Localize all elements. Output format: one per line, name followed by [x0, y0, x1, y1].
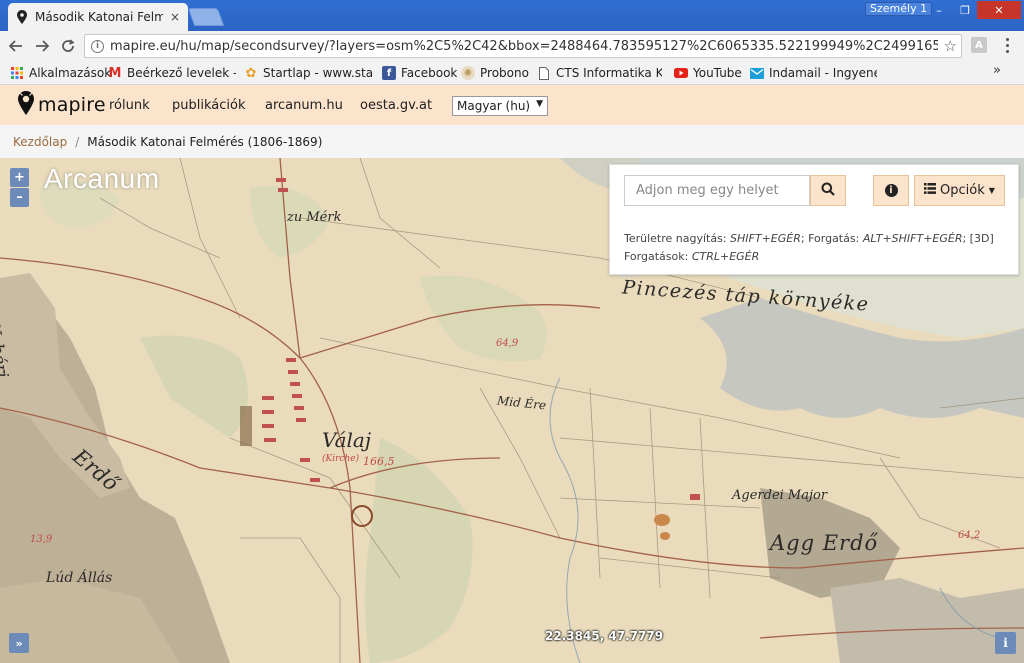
hint-key: ALT+SHIFT+EGÉR [862, 232, 963, 245]
options-label: Opciók [940, 183, 985, 198]
nav-link-arcanum[interactable]: arcanum.hu [265, 98, 343, 113]
breadcrumb: Kezdőlap / Második Katonai Felmérés (180… [0, 125, 1024, 158]
indamail-icon [750, 66, 764, 80]
hint-text: ; Forgatás: [800, 232, 863, 245]
profile-button[interactable]: Személy 1 [865, 2, 933, 16]
tab-title: Második Katonai Felméré [35, 10, 163, 24]
zoom-out-button[interactable]: – [10, 188, 29, 207]
bookmark-label: Probono [480, 66, 529, 80]
map-info-button[interactable]: i [995, 632, 1016, 654]
probono-icon: ✺ [461, 66, 475, 80]
language-value: Magyar (hu) [457, 99, 531, 113]
info-icon: i [884, 184, 898, 197]
map-label-valaj: Válaj [322, 428, 372, 452]
map-label-agerdei: Agerdei Major [732, 488, 828, 503]
cursor-coordinates: 22.3845, 47.7779 [545, 629, 664, 643]
startlap-icon: ✿ [245, 65, 257, 81]
site-info-icon[interactable]: i [91, 39, 104, 53]
hint-text: Területre nagyítás: [624, 232, 731, 245]
search-icon [821, 182, 835, 199]
bookmark-label: Beérkező levelek - zs [127, 66, 236, 80]
options-button[interactable]: Opciók ▼ [914, 175, 1005, 206]
forward-arrow-icon[interactable] [32, 36, 52, 56]
bookmark-star-icon[interactable]: ☆ [944, 37, 961, 55]
map-label-height-649: 64,9 [496, 338, 519, 349]
back-arrow-icon[interactable] [6, 36, 26, 56]
mapire-pin-icon [17, 90, 35, 119]
youtube-icon [674, 66, 688, 80]
bookmark-label: Startlap - www.startla [263, 66, 372, 80]
page-icon [537, 66, 551, 80]
map-label-height-1665: 166,5 [363, 455, 395, 468]
logo-text: mapire [38, 93, 106, 116]
language-select[interactable]: Magyar (hu) ▼ [452, 96, 548, 116]
arcanum-watermark: Arcanum [44, 163, 160, 194]
bookmark-indamail[interactable]: Indamail - Ingyenes e [750, 65, 877, 81]
browser-toolbar: i mapire.eu/hu/map/secondsurvey/?layers=… [0, 31, 1024, 60]
facebook-icon: f [382, 66, 396, 80]
browser-tab[interactable]: Második Katonai Felméré × [8, 3, 188, 31]
mapire-pin-icon [16, 10, 28, 24]
caret-down-icon: ▼ [988, 186, 995, 195]
list-icon [924, 183, 937, 198]
bookmark-gmail[interactable]: M Beérkező levelek - zs [108, 65, 236, 81]
bookmark-label: Indamail - Ingyenes e [769, 66, 877, 80]
bookmark-facebook[interactable]: f Facebook [382, 65, 457, 81]
nav-link-rolunk[interactable]: rólunk [109, 98, 150, 113]
bookmark-probono[interactable]: ✺ Probono [461, 65, 529, 81]
browser-title-bar: Második Katonai Felméré × Személy 1 – ❐ … [0, 0, 1024, 31]
bookmark-label: CTS Informatika Kft. - [556, 66, 662, 80]
shortcut-hint: Területre nagyítás: SHIFT+EGÉR; Forgatás… [624, 230, 1010, 266]
hint-key: CTRL+EGÉR [691, 250, 760, 263]
maximize-button[interactable]: ❐ [953, 1, 977, 19]
map-label-height-642: 64,2 [958, 530, 981, 541]
mapire-logo[interactable]: mapire [17, 90, 106, 119]
address-bar[interactable]: i mapire.eu/hu/map/secondsurvey/?layers=… [84, 34, 962, 58]
bookmark-label: Facebook [401, 66, 458, 80]
place-search-input[interactable]: Adjon meg egy helyet [624, 175, 810, 206]
map-search-panel: Adjon meg egy helyet i Opciók ▼ Területr… [609, 164, 1019, 275]
extension-icon[interactable]: A [971, 37, 987, 53]
search-button[interactable] [810, 175, 846, 206]
bookmark-label: Alkalmazások [29, 66, 112, 80]
url-text[interactable]: mapire.eu/hu/map/secondsurvey/?layers=os… [110, 39, 938, 54]
bookmarks-bar: Alkalmazások M Beérkező levelek - zs ✿ S… [0, 60, 1024, 85]
bookmark-startlap[interactable]: ✿ Startlap - www.startla [244, 65, 372, 81]
map-label-lud-allas: Lúd Állás [46, 570, 113, 586]
bookmark-youtube[interactable]: YouTube [674, 65, 742, 81]
new-tab-button[interactable] [187, 8, 225, 26]
zoom-controls: + – [10, 168, 29, 207]
map-label-kirche: (Kirche) [322, 454, 360, 464]
hint-key: SHIFT+EGÉR [730, 232, 801, 245]
gmail-icon: M [108, 65, 122, 81]
map-label-agg-erdo: Agg Erdő [770, 531, 879, 555]
minimize-button[interactable]: – [925, 1, 953, 19]
map-label-height-139: 13,9 [30, 534, 53, 545]
tab-close-icon[interactable]: × [170, 10, 180, 24]
breadcrumb-current: Második Katonai Felmérés (1806-1869) [87, 134, 323, 149]
more-bookmarks-button[interactable]: » [993, 63, 1001, 78]
apps-grid-icon [10, 66, 24, 80]
info-button[interactable]: i [873, 175, 909, 206]
nav-link-oesta[interactable]: oesta.gv.at [360, 98, 432, 113]
bookmark-label: YouTube [693, 66, 742, 80]
browser-menu-icon[interactable] [1000, 35, 1014, 55]
nav-link-publikaciok[interactable]: publikációk [172, 98, 245, 113]
zoom-in-button[interactable]: + [10, 168, 29, 187]
breadcrumb-home-link[interactable]: Kezdőlap [13, 135, 67, 149]
close-window-button[interactable]: ✕ [977, 1, 1021, 19]
chevron-down-icon: ▼ [536, 99, 543, 109]
breadcrumb-separator: / [75, 134, 80, 149]
expand-sidebar-button[interactable]: » [9, 633, 29, 653]
map-label-merk: zu Mérk [287, 210, 342, 225]
bookmark-apps[interactable]: Alkalmazások [10, 65, 111, 81]
bookmark-cts[interactable]: CTS Informatika Kft. - [537, 65, 662, 81]
reload-icon[interactable] [58, 36, 78, 56]
